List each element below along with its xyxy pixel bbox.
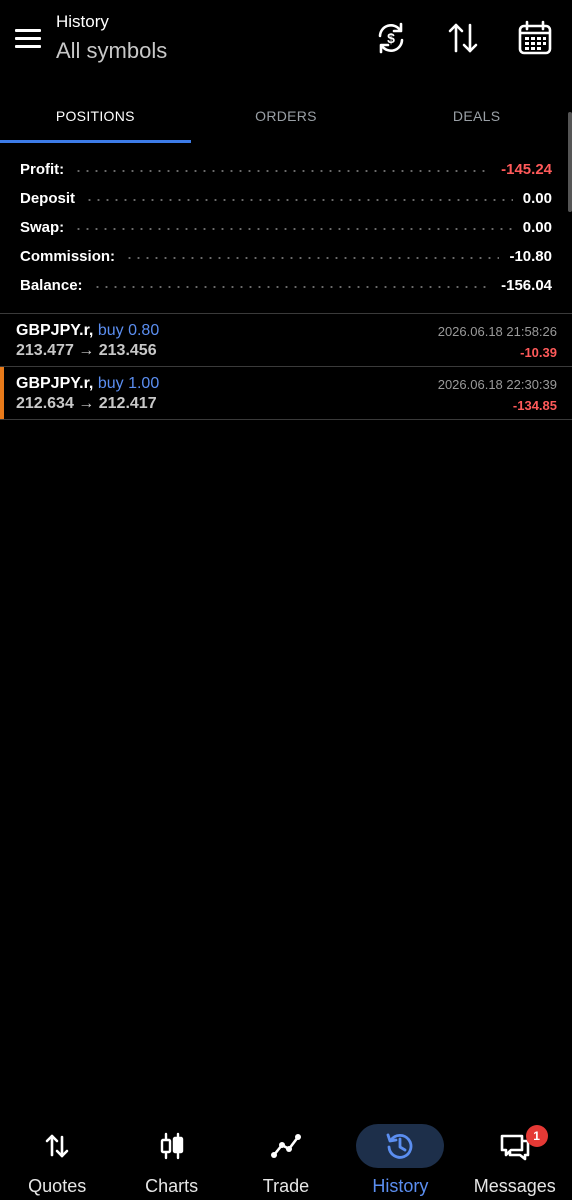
dot-leader bbox=[85, 199, 513, 201]
summary-value: -10.80 bbox=[509, 248, 552, 265]
position-row[interactable]: GBPJPY.r, buy 0.80 213.477 → 213.456 202… bbox=[0, 314, 572, 367]
close-price: 213.456 bbox=[98, 342, 157, 359]
svg-text:$: $ bbox=[387, 30, 395, 46]
page-title: History bbox=[56, 12, 109, 31]
unread-badge: 1 bbox=[525, 1125, 548, 1147]
summary-label: Profit: bbox=[20, 161, 65, 178]
nav-quotes[interactable]: Quotes bbox=[0, 1110, 114, 1200]
dot-leader bbox=[74, 228, 513, 230]
position-side: buy 0.80 bbox=[97, 322, 160, 339]
summary-row-swap: Swap: 0.00 bbox=[0, 213, 572, 242]
position-profit: -10.39 bbox=[520, 345, 557, 360]
position-symbol: GBPJPY.r, bbox=[16, 322, 94, 339]
position-header: GBPJPY.r, buy 1.00 bbox=[16, 375, 159, 393]
nav-history[interactable]: History bbox=[343, 1110, 457, 1200]
summary-row-commission: Commission: -10.80 bbox=[0, 242, 572, 271]
currency-sync-icon[interactable]: $ bbox=[371, 18, 411, 58]
summary-value: 0.00 bbox=[522, 219, 552, 236]
nav-charts[interactable]: Charts bbox=[114, 1110, 228, 1200]
position-header: GBPJPY.r, buy 0.80 bbox=[16, 322, 159, 340]
nav-messages[interactable]: 1 Messages bbox=[458, 1110, 572, 1200]
summary-label: Swap: bbox=[20, 219, 65, 236]
position-prices: 212.634 → 212.417 bbox=[16, 395, 157, 413]
dot-leader bbox=[92, 286, 492, 288]
position-profit: -134.85 bbox=[512, 398, 557, 413]
position-side: buy 1.00 bbox=[97, 375, 160, 392]
symbol-filter[interactable]: All symbols bbox=[56, 36, 167, 66]
nav-label: Messages bbox=[473, 1176, 556, 1196]
open-price: 213.477 bbox=[16, 342, 74, 359]
tab-positions[interactable]: POSITIONS bbox=[0, 88, 191, 143]
summary-label: Balance: bbox=[20, 277, 83, 294]
arrow-icon: → bbox=[78, 395, 95, 412]
summary-row-balance: Balance: -156.04 bbox=[0, 271, 572, 300]
nav-label: Trade bbox=[262, 1176, 310, 1196]
charts-icon bbox=[128, 1124, 216, 1168]
calendar-icon[interactable] bbox=[515, 18, 555, 58]
position-time: 2026.06.18 21:58:26 bbox=[437, 324, 557, 339]
close-price: 212.417 bbox=[98, 395, 157, 412]
app-header: History All symbols $ bbox=[0, 0, 572, 80]
sort-icon[interactable] bbox=[443, 18, 483, 58]
nav-label: Quotes bbox=[28, 1176, 87, 1196]
summary-row-profit: Profit: -145.24 bbox=[0, 155, 572, 184]
nav-trade[interactable]: Trade bbox=[229, 1110, 343, 1200]
bottom-navigation: Quotes Charts Trade History 1 Messages bbox=[0, 1110, 572, 1200]
summary-value: -145.24 bbox=[501, 161, 552, 178]
open-price: 212.634 bbox=[16, 395, 74, 412]
trade-icon bbox=[242, 1124, 330, 1168]
summary-value: 0.00 bbox=[522, 190, 552, 207]
quotes-icon bbox=[13, 1124, 101, 1168]
position-time: 2026.06.18 22:30:39 bbox=[437, 377, 557, 392]
dot-leader bbox=[74, 170, 492, 172]
title-block[interactable]: History All symbols bbox=[56, 12, 167, 66]
account-summary: Profit: -145.24 Deposit 0.00 Swap: 0.00 … bbox=[0, 155, 572, 300]
nav-label: History bbox=[372, 1176, 429, 1196]
summary-value: -156.04 bbox=[501, 277, 552, 294]
arrow-icon: → bbox=[78, 342, 95, 359]
nav-label: Charts bbox=[145, 1176, 199, 1196]
summary-row-deposit: Deposit 0.00 bbox=[0, 184, 572, 213]
dot-leader bbox=[125, 257, 500, 259]
tab-deals[interactable]: DEALS bbox=[381, 88, 572, 143]
history-tabs: POSITIONS ORDERS DEALS bbox=[0, 88, 572, 143]
menu-icon[interactable] bbox=[10, 20, 46, 56]
position-row[interactable]: GBPJPY.r, buy 1.00 212.634 → 212.417 202… bbox=[0, 367, 572, 420]
position-symbol: GBPJPY.r, bbox=[16, 375, 94, 392]
summary-label: Deposit bbox=[20, 190, 76, 207]
positions-list: GBPJPY.r, buy 0.80 213.477 → 213.456 202… bbox=[0, 313, 572, 420]
position-prices: 213.477 → 213.456 bbox=[16, 342, 157, 360]
tab-orders[interactable]: ORDERS bbox=[191, 88, 382, 143]
history-icon bbox=[356, 1124, 445, 1168]
summary-label: Commission: bbox=[20, 248, 116, 265]
